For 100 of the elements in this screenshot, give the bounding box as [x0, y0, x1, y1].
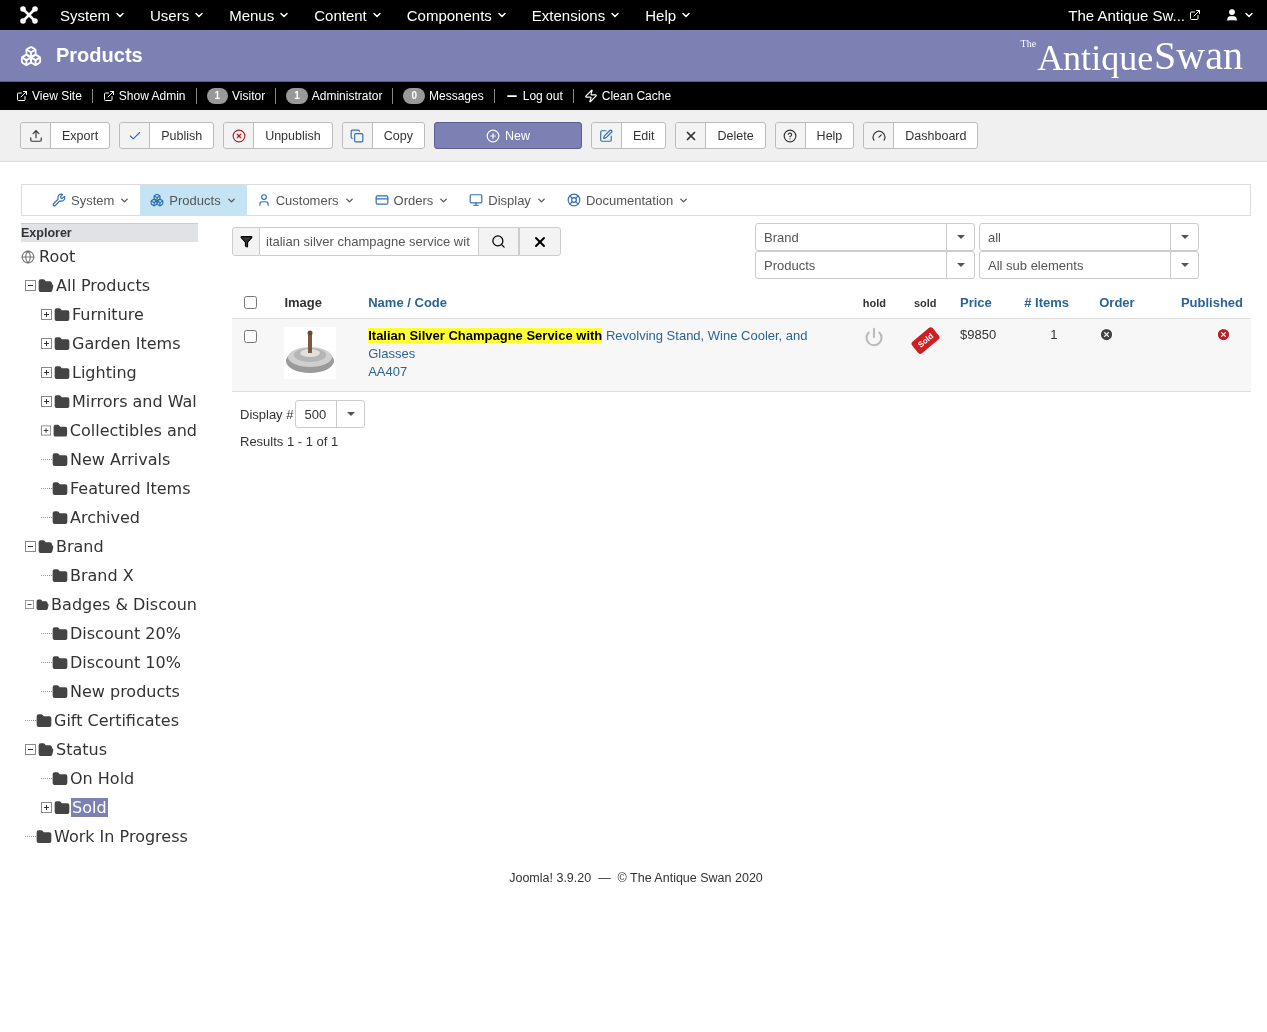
- folder-icon: [36, 712, 52, 729]
- menu-item[interactable]: Components: [406, 6, 508, 24]
- lightning-icon: [583, 89, 598, 103]
- product-code[interactable]: AA407: [368, 364, 408, 379]
- external-link-icon: [16, 90, 28, 102]
- menu-tab[interactable]: Display: [459, 185, 557, 215]
- toolbar-button[interactable]: Help: [774, 122, 855, 149]
- select-field[interactable]: Products: [755, 251, 975, 279]
- toolbar-button[interactable]: Dashboard: [863, 122, 979, 149]
- filter-icon: [239, 235, 253, 248]
- column-header[interactable]: # Items: [1016, 287, 1092, 319]
- menu-tab[interactable]: System: [42, 185, 141, 215]
- menu-item[interactable]: Menus: [229, 6, 291, 24]
- external-link-icon: [102, 90, 115, 102]
- tree-item[interactable]: On Hold: [69, 769, 136, 788]
- new-button[interactable]: New: [433, 122, 582, 149]
- menu-item[interactable]: Extensions: [531, 6, 622, 24]
- expand-toggle[interactable]: [41, 309, 52, 320]
- menu-tab[interactable]: Orders: [364, 185, 460, 215]
- tree-item[interactable]: Sold: [71, 798, 108, 817]
- collapse-toggle[interactable]: [25, 541, 36, 552]
- tree-item[interactable]: New Arrivals: [69, 450, 172, 469]
- status-link[interactable]: Show Admin: [91, 89, 196, 103]
- tree-item[interactable]: Mirrors and Wal: [71, 392, 198, 411]
- toolbar-button[interactable]: Unpublish: [223, 122, 333, 149]
- menu-tab[interactable]: Customers: [246, 185, 365, 215]
- search-icon: [491, 234, 506, 249]
- edit-icon: [599, 128, 614, 143]
- tree-item[interactable]: Badges & Discoun: [50, 595, 198, 614]
- tree-item[interactable]: Work In Progress: [53, 827, 189, 846]
- toolbar-button[interactable]: Edit: [590, 122, 667, 149]
- select-field[interactable]: all: [979, 223, 1199, 251]
- column-header[interactable]: Price: [952, 287, 1017, 319]
- upload-icon: [28, 128, 43, 143]
- status-link[interactable]: Log out: [493, 89, 573, 103]
- tree-item[interactable]: Root: [38, 247, 77, 266]
- column-header[interactable]: Published: [1154, 287, 1251, 319]
- clear-button[interactable]: [519, 227, 561, 256]
- display-select[interactable]: 500: [295, 400, 366, 428]
- tree-item[interactable]: Discount 10%: [69, 653, 182, 672]
- expand-toggle[interactable]: [41, 802, 52, 813]
- collapse-toggle[interactable]: [25, 599, 34, 610]
- menu-tab[interactable]: Documentation: [556, 185, 700, 215]
- select-field[interactable]: Brand: [755, 223, 975, 251]
- search-field[interactable]: italian silver champagne service wit: [260, 227, 478, 256]
- expand-toggle[interactable]: [41, 425, 52, 436]
- tree-item[interactable]: Brand X: [69, 566, 135, 585]
- status-link[interactable]: Clean Cache: [572, 89, 682, 103]
- checkbox[interactable]: [244, 330, 257, 343]
- column-header[interactable]: Name: [368, 295, 404, 310]
- menu-item[interactable]: Users: [150, 6, 206, 24]
- status-link[interactable]: 1 Administrator: [275, 88, 393, 104]
- help-icon: [783, 128, 798, 143]
- tree-item[interactable]: Garden Items: [71, 334, 182, 353]
- tree-item[interactable]: Lighting: [71, 363, 138, 382]
- folder-icon: [52, 451, 68, 468]
- folder-icon: [52, 770, 68, 787]
- user-menu[interactable]: [1225, 8, 1255, 22]
- toolbar-button[interactable]: Export: [20, 122, 111, 149]
- collapse-toggle[interactable]: [25, 744, 36, 755]
- menu-tab[interactable]: Products: [140, 185, 247, 215]
- folder-icon: [38, 741, 54, 758]
- column-header[interactable]: Code: [414, 295, 447, 310]
- tree-item[interactable]: Archived: [69, 508, 142, 527]
- expand-toggle[interactable]: [41, 396, 52, 407]
- status-link[interactable]: 0 Messages: [392, 88, 494, 104]
- tree-item[interactable]: Collectibles and: [68, 421, 198, 440]
- expand-toggle[interactable]: [41, 367, 52, 378]
- tree-item[interactable]: Furniture: [71, 305, 145, 324]
- tree-item[interactable]: Status: [55, 740, 108, 759]
- menu-item[interactable]: Content: [314, 6, 383, 24]
- tree-item[interactable]: All Products: [55, 276, 151, 295]
- separator: /: [407, 295, 411, 310]
- filter-button[interactable]: [232, 227, 260, 256]
- caret-icon: [956, 263, 965, 267]
- status-link[interactable]: 1 Visitor: [195, 88, 276, 104]
- menu-item[interactable]: Help: [645, 6, 693, 24]
- folder-icon: [54, 393, 70, 410]
- product-name[interactable]: Italian Silver Champagne Service with Revolving Stand, Wine Cooler, and Glasses: [368, 327, 843, 363]
- tree-item[interactable]: Featured Items: [69, 479, 192, 498]
- joomla-logo[interactable]: [20, 6, 38, 24]
- tree-item[interactable]: New products: [69, 682, 181, 701]
- checkbox[interactable]: [244, 296, 257, 309]
- unpublished-icon[interactable]: [1216, 327, 1231, 342]
- close-icon[interactable]: [1099, 327, 1115, 342]
- status-link[interactable]: View Site: [16, 89, 92, 103]
- search-button[interactable]: [478, 227, 519, 256]
- select-field[interactable]: All sub elements: [979, 251, 1199, 279]
- toolbar-button[interactable]: Copy: [341, 122, 425, 149]
- column-header[interactable]: Order: [1091, 287, 1155, 319]
- collapse-toggle[interactable]: [25, 280, 36, 291]
- menu-item[interactable]: System: [60, 6, 126, 24]
- site-link[interactable]: The Antique Sw...: [1068, 6, 1201, 24]
- results-count: Results 1 - 1 of 1: [240, 434, 340, 449]
- tree-item[interactable]: Brand: [55, 537, 105, 556]
- tree-item[interactable]: Gift Certificates: [53, 711, 180, 730]
- expand-toggle[interactable]: [41, 338, 52, 349]
- toolbar-button[interactable]: Delete: [675, 122, 766, 149]
- tree-item[interactable]: Discount 20%: [69, 624, 182, 643]
- toolbar-button[interactable]: Publish: [119, 122, 215, 149]
